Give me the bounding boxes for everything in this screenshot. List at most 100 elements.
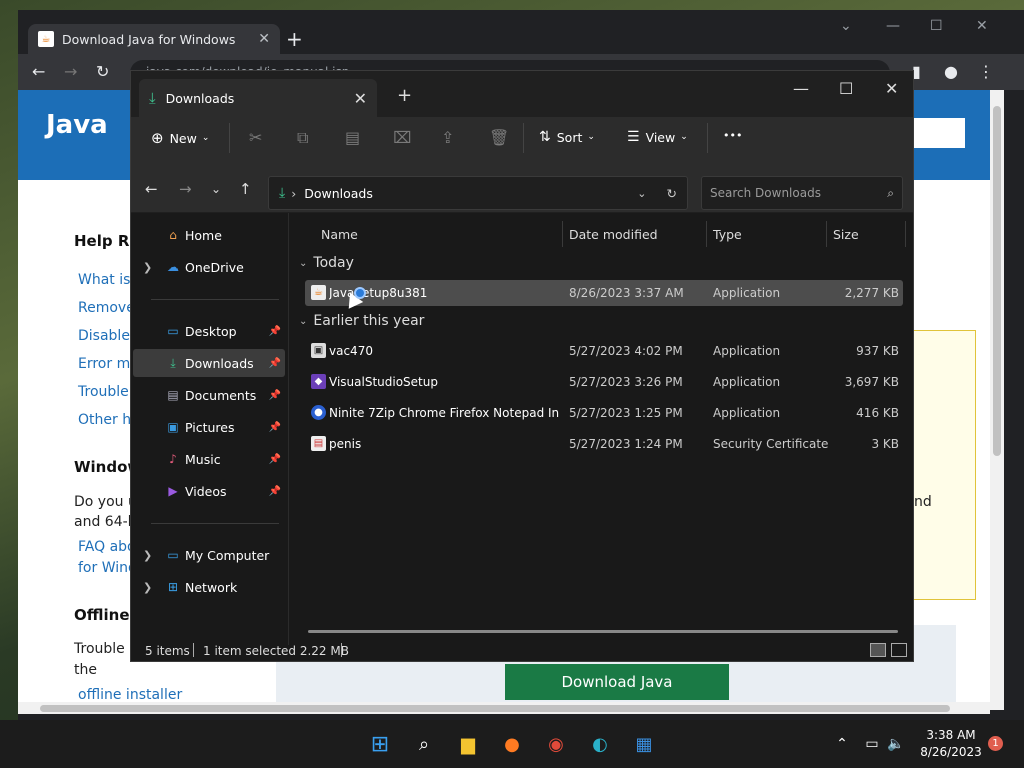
- chrome-icon[interactable]: ◉: [543, 731, 569, 757]
- file-row[interactable]: ▣ vac470 5/27/2023 4:02 PM Application 9…: [305, 338, 903, 364]
- close-icon[interactable]: ✕: [976, 18, 988, 34]
- nav-item-pictures[interactable]: ▣ Pictures 📌: [133, 413, 285, 441]
- vertical-scroll-thumb[interactable]: [993, 106, 1001, 456]
- new-tab-button[interactable]: +: [286, 27, 303, 51]
- help-link[interactable]: Remove: [78, 300, 135, 316]
- view-button[interactable]: ☰ View ⌄: [627, 129, 688, 145]
- volume-icon[interactable]: 🔈: [883, 731, 909, 757]
- cut-icon[interactable]: ✂: [249, 128, 262, 147]
- faq-link[interactable]: FAQ abo: [78, 539, 136, 555]
- search-icon[interactable]: ⌕: [411, 731, 437, 757]
- nav-item-home[interactable]: ⌂ Home: [133, 221, 285, 249]
- column-divider[interactable]: [905, 221, 906, 247]
- nav-item-my-computer[interactable]: ❯ ▭ My Computer: [133, 541, 285, 569]
- file-explorer-icon[interactable]: ▆: [455, 731, 481, 757]
- nav-item-network[interactable]: ❯ ⊞ Network: [133, 573, 285, 601]
- up-icon[interactable]: ↑: [239, 180, 252, 198]
- tiles-view-icon[interactable]: [891, 643, 907, 657]
- faq-link[interactable]: for Wind: [78, 560, 137, 576]
- download-java-button[interactable]: Download Java: [505, 664, 729, 700]
- column-header-size[interactable]: Size: [833, 227, 859, 242]
- minimize-icon[interactable]: —: [793, 79, 809, 98]
- offline-installer-link[interactable]: offline installer: [78, 687, 182, 703]
- nav-item-downloads[interactable]: ⤓ Downloads 📌: [133, 349, 285, 377]
- column-divider[interactable]: [562, 221, 563, 247]
- help-link[interactable]: Other h: [78, 412, 131, 428]
- maximize-icon[interactable]: ☐: [839, 79, 853, 98]
- address-dropdown-icon[interactable]: ⌄: [637, 187, 646, 200]
- refresh-icon[interactable]: ↻: [667, 186, 677, 201]
- chrome-tab[interactable]: ☕ Download Java for Windows ✕: [28, 24, 280, 54]
- nav-item-desktop[interactable]: ▭ Desktop 📌: [133, 317, 285, 345]
- column-header-name[interactable]: Name: [321, 227, 358, 242]
- new-button[interactable]: ⊕ New ⌄: [151, 129, 209, 147]
- back-icon[interactable]: ←: [145, 180, 158, 198]
- help-link[interactable]: Trouble: [78, 384, 129, 400]
- start-windows-icon[interactable]: ⊞: [367, 731, 393, 757]
- file-row[interactable]: ● Ninite 7Zip Chrome Firefox Notepad Ins…: [305, 400, 903, 426]
- column-header-type[interactable]: Type: [713, 227, 742, 242]
- edge-icon[interactable]: ◐: [587, 731, 613, 757]
- details-view-icon[interactable]: [870, 643, 886, 657]
- file-row[interactable]: ▤ penis 5/27/2023 1:24 PM Security Certi…: [305, 431, 903, 457]
- minimize-icon[interactable]: —: [886, 18, 900, 34]
- group-header-earlier[interactable]: ⌄ Earlier this year: [299, 313, 424, 329]
- sort-button[interactable]: ⇅ Sort ⌄: [539, 129, 595, 145]
- nav-item-onedrive[interactable]: ❯ ☁ OneDrive: [133, 253, 285, 281]
- column-divider[interactable]: [706, 221, 707, 247]
- recent-chevron-icon[interactable]: ⌄: [211, 182, 221, 196]
- help-link[interactable]: What is: [78, 272, 130, 288]
- share-icon[interactable]: ⇪: [441, 128, 454, 147]
- paste-icon[interactable]: ▤: [345, 128, 360, 147]
- file-list-pane: [289, 213, 913, 645]
- clock-time[interactable]: 3:38 AM: [916, 728, 986, 742]
- close-tab-icon[interactable]: ✕: [354, 89, 367, 108]
- profile-icon[interactable]: ●: [944, 62, 958, 81]
- expand-chevron-icon[interactable]: ❯: [143, 549, 152, 562]
- forward-icon[interactable]: →: [64, 62, 77, 81]
- nav-label: Documents: [185, 387, 257, 403]
- sort-icon: ⇅: [539, 129, 551, 145]
- breadcrumb-downloads[interactable]: Downloads: [304, 186, 373, 201]
- new-label: New: [169, 130, 197, 146]
- column-header-date[interactable]: Date modified: [569, 227, 658, 242]
- divider: [707, 123, 708, 153]
- group-header-today[interactable]: ⌄ Today: [299, 255, 354, 271]
- file-row[interactable]: ◆ VisualStudioSetup 5/27/2023 3:26 PM Ap…: [305, 369, 903, 395]
- horizontal-scrollbar[interactable]: [308, 630, 898, 633]
- more-options-button[interactable]: •••: [723, 129, 742, 142]
- tab-search-icon[interactable]: ⌄: [840, 18, 852, 34]
- collapse-chevron-icon[interactable]: ⌄: [299, 316, 307, 327]
- menu-icon[interactable]: ⋮: [978, 62, 994, 81]
- rename-icon[interactable]: ⌧: [393, 128, 411, 147]
- search-input[interactable]: Search Downloads ⌕: [701, 176, 903, 210]
- expand-chevron-icon[interactable]: ❯: [143, 581, 152, 594]
- reload-icon[interactable]: ↻: [96, 62, 109, 81]
- new-tab-button[interactable]: +: [397, 85, 412, 106]
- nav-item-music[interactable]: ♪ Music 📌: [133, 445, 285, 473]
- collapse-chevron-icon[interactable]: ⌄: [299, 258, 307, 269]
- nav-item-documents[interactable]: ▤ Documents 📌: [133, 381, 285, 409]
- column-divider[interactable]: [826, 221, 827, 247]
- file-row[interactable]: ☕ JavaSetup8u381 8/26/2023 3:37 AM Appli…: [305, 280, 903, 306]
- show-hidden-icons-chevron-icon[interactable]: ⌃: [829, 731, 855, 757]
- nav-item-videos[interactable]: ▶ Videos 📌: [133, 477, 285, 505]
- delete-icon[interactable]: 🗑: [489, 128, 509, 147]
- address-bar[interactable]: ⤓ › Downloads ⌄ ↻: [268, 176, 688, 210]
- close-icon[interactable]: ✕: [885, 79, 898, 98]
- expand-chevron-icon[interactable]: ❯: [143, 261, 152, 274]
- forward-icon[interactable]: →: [179, 180, 192, 198]
- firefox-icon[interactable]: ●: [499, 731, 525, 757]
- maximize-icon[interactable]: ☐: [930, 18, 943, 34]
- clock-date[interactable]: 8/26/2023: [916, 745, 986, 759]
- explorer-tab[interactable]: ⤓ Downloads ✕: [139, 79, 377, 117]
- network-status-icon[interactable]: ▭: [859, 731, 885, 757]
- horizontal-scroll-thumb[interactable]: [40, 705, 950, 712]
- help-link[interactable]: Error m: [78, 356, 130, 372]
- store-icon[interactable]: ▦: [631, 731, 657, 757]
- help-link[interactable]: Disable: [78, 328, 130, 344]
- notification-badge[interactable]: 1: [988, 736, 1003, 751]
- back-icon[interactable]: ←: [32, 62, 45, 81]
- close-tab-icon[interactable]: ✕: [258, 31, 270, 47]
- copy-icon[interactable]: ⧉: [297, 128, 308, 148]
